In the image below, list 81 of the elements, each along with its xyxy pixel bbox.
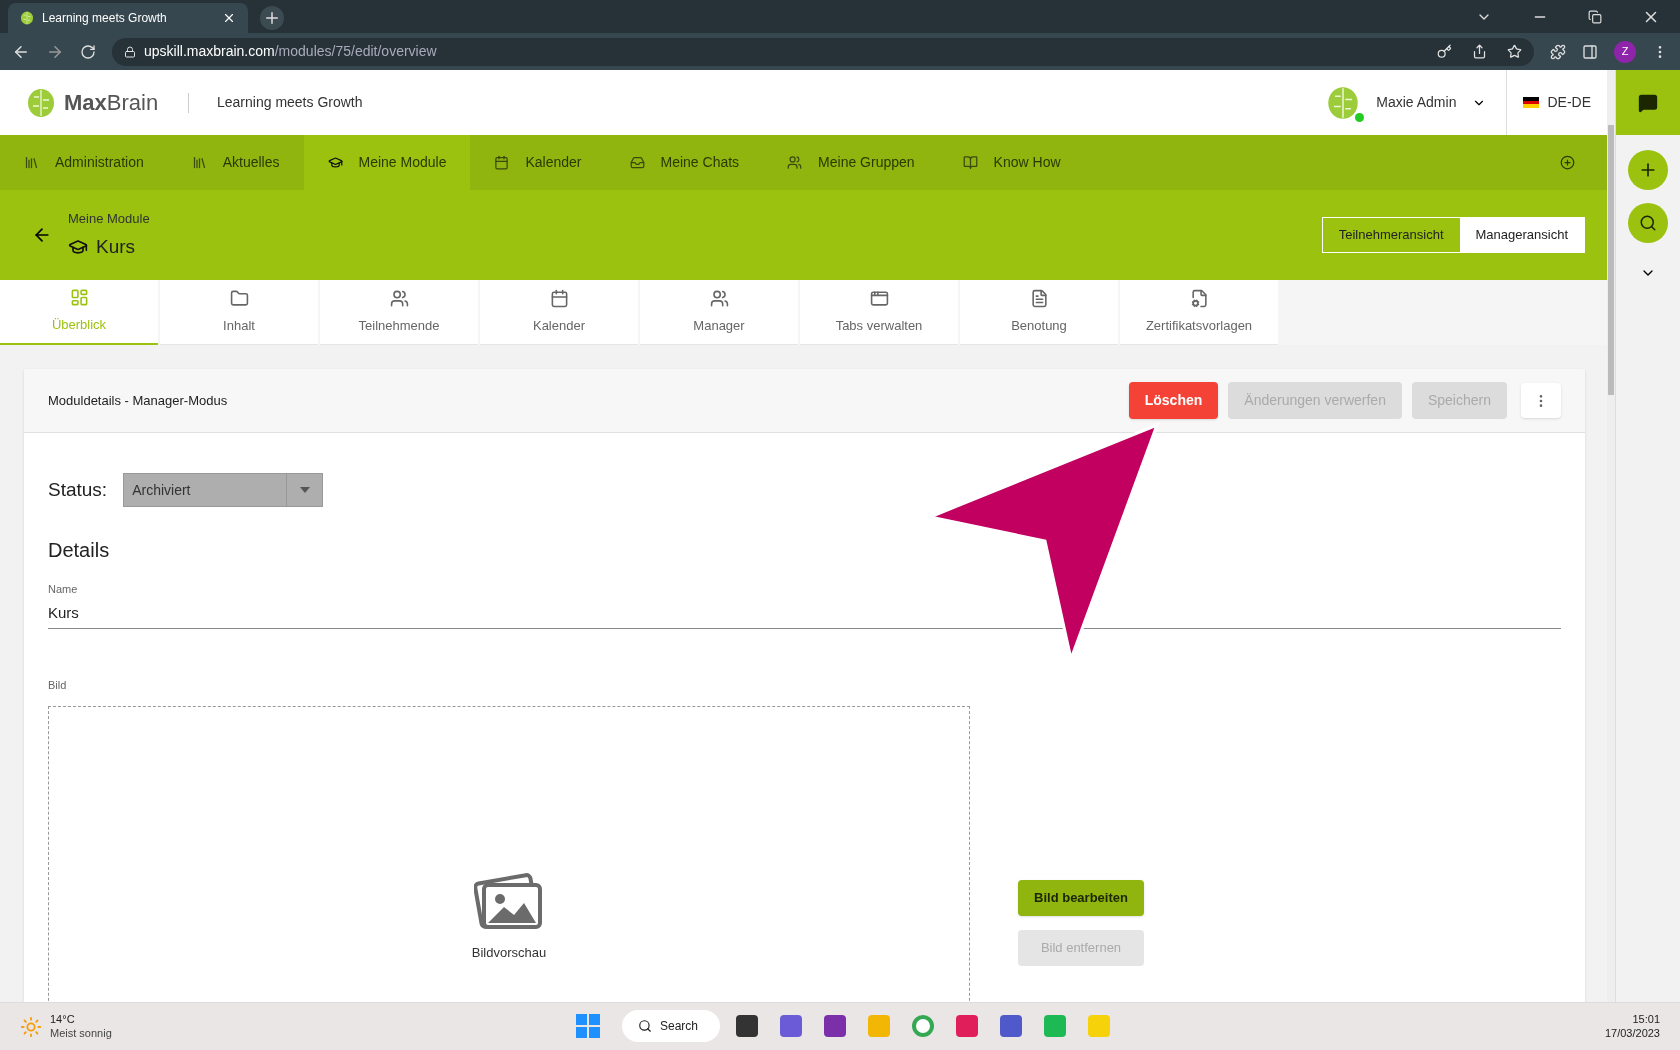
temperature: 14°C xyxy=(50,1012,76,1027)
nav-item[interactable]: Administration xyxy=(0,135,168,190)
favicon-icon xyxy=(20,11,34,25)
file-gear-icon xyxy=(1189,288,1209,308)
lock-icon xyxy=(124,45,136,58)
nav-item[interactable]: Kalender xyxy=(470,135,606,190)
image-button[interactable]: Bild bearbeiten xyxy=(1018,879,1144,916)
module-tab[interactable]: Tabs verwalten xyxy=(800,280,958,345)
taskbar-search[interactable]: Search xyxy=(622,1010,720,1042)
nav-item[interactable]: Meine Gruppen xyxy=(763,135,939,190)
page-title: Kurs xyxy=(96,234,136,259)
browser-tab[interactable]: Learning meets Growth xyxy=(8,3,248,33)
module-tab[interactable]: Kalender xyxy=(480,280,638,345)
german-flag-icon xyxy=(1523,97,1540,108)
tab-title: Learning meets Growth xyxy=(42,10,168,27)
restore-icon[interactable] xyxy=(1588,9,1602,24)
library-icon xyxy=(191,155,207,170)
weather-text: Meist sonnig xyxy=(50,1026,112,1041)
calendar-icon xyxy=(494,155,510,170)
view-toggle[interactable]: Manageransicht xyxy=(1459,218,1584,252)
chat-button[interactable] xyxy=(1616,70,1680,135)
card-title: Moduldetails - Manager-Modus xyxy=(48,391,229,410)
user-avatar-icon xyxy=(1326,85,1361,120)
module-tab[interactable]: Zertifikatsvorlagen xyxy=(1120,280,1278,345)
user-name[interactable]: Maxie Admin xyxy=(1376,92,1457,113)
reload-icon[interactable] xyxy=(80,43,96,60)
document-icon xyxy=(1029,288,1049,308)
view-toggle[interactable]: Teilnehmeransicht xyxy=(1322,218,1460,252)
side-panel-icon[interactable] xyxy=(1582,43,1598,60)
scrollbar-thumb[interactable] xyxy=(1608,125,1614,395)
search-icon xyxy=(638,1019,652,1033)
profile-avatar[interactable]: Z xyxy=(1614,40,1636,63)
new-tab-icon[interactable] xyxy=(260,6,284,30)
nav-item[interactable]: Aktuelles xyxy=(167,135,304,190)
people-icon xyxy=(787,155,803,170)
share-icon[interactable] xyxy=(1472,44,1487,59)
graduation-cap-icon xyxy=(327,155,343,170)
module-tab[interactable]: Benotung xyxy=(960,280,1118,345)
calendar-icon xyxy=(549,288,569,308)
field-label: Bild xyxy=(48,678,68,693)
window-icon xyxy=(869,288,889,308)
inbox-icon xyxy=(629,155,645,170)
extensions-icon[interactable] xyxy=(1550,43,1566,60)
weather-icon xyxy=(20,1015,42,1038)
add-circle-icon[interactable] xyxy=(1560,155,1575,170)
dashboard-icon xyxy=(69,288,89,308)
module-tab[interactable]: Manager xyxy=(640,280,798,345)
nav-item[interactable]: Meine Module xyxy=(303,135,471,190)
delete-button[interactable]: Löschen xyxy=(1128,382,1219,419)
add-button[interactable] xyxy=(1628,150,1668,190)
language-selector[interactable]: DE-DE xyxy=(1547,92,1591,113)
search-icon xyxy=(1639,214,1657,232)
field-label: Name xyxy=(48,582,79,597)
breadcrumb[interactable]: Meine Module xyxy=(68,209,150,229)
module-tab[interactable]: Teilnehmende xyxy=(320,280,478,345)
close-icon[interactable] xyxy=(222,11,236,25)
status-dropdown[interactable]: Archiviert xyxy=(123,473,324,507)
library-icon xyxy=(24,155,39,170)
tagline: Learning meets Growth xyxy=(217,93,363,112)
clock-date: 17/03/2023 xyxy=(1604,1026,1660,1041)
brain-logo-icon xyxy=(26,87,56,118)
dropdown-caret-icon xyxy=(299,487,310,493)
people-icon xyxy=(709,288,729,308)
people-icon xyxy=(389,288,409,308)
star-icon[interactable] xyxy=(1507,44,1522,59)
image-preview-label: Bildvorschau xyxy=(471,944,547,962)
logo-text: MaxBrain xyxy=(64,89,159,117)
url-text: upskill.maxbrain.com/modules/75/edit/overview xyxy=(144,42,438,61)
clock-time: 15:01 xyxy=(1632,1012,1660,1027)
chat-icon xyxy=(1638,92,1658,113)
status-label: Status: xyxy=(48,477,108,502)
windows-start-icon[interactable] xyxy=(576,1014,600,1038)
search-button[interactable] xyxy=(1628,203,1668,243)
book-icon xyxy=(962,155,978,170)
key-icon[interactable] xyxy=(1437,44,1452,59)
module-tab[interactable]: Inhalt xyxy=(160,280,318,345)
nav-item[interactable]: Know How xyxy=(938,135,1085,190)
section-heading: Details xyxy=(48,538,111,563)
address-bar[interactable]: upskill.maxbrain.com/modules/75/edit/overview xyxy=(112,37,1534,66)
nav-item[interactable]: Meine Chats xyxy=(605,135,764,190)
folder-icon xyxy=(229,288,249,308)
